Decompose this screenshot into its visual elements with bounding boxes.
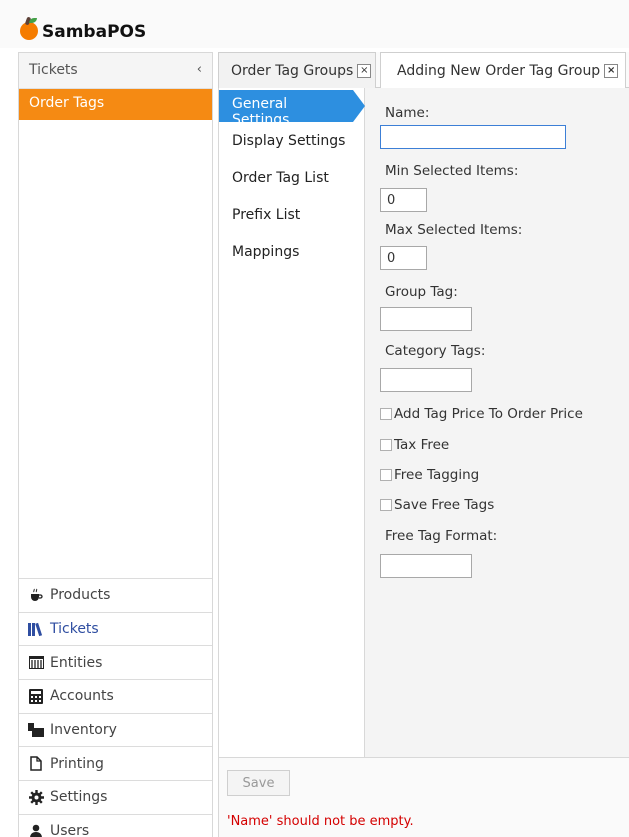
- close-icon[interactable]: ×: [604, 64, 619, 78]
- max-selected-items-input[interactable]: [380, 246, 427, 270]
- document-icon: [28, 756, 44, 772]
- group-tag-label: Group Tag:: [385, 284, 458, 300]
- settings-navigation: General Settings Display Settings Order …: [219, 88, 365, 757]
- category-tags-input[interactable]: [380, 368, 472, 392]
- checkbox-box[interactable]: [380, 408, 392, 420]
- checkbox-box[interactable]: [380, 469, 392, 481]
- collapse-chevron-icon[interactable]: ‹: [197, 62, 202, 77]
- module-label: Users: [50, 823, 90, 837]
- min-selected-items-label: Min Selected Items:: [385, 163, 519, 179]
- tab-label: Adding New Order Tag Group: [397, 63, 601, 79]
- module-label: Accounts: [50, 688, 114, 705]
- action-bar: Save 'Name' should not be empty.: [219, 757, 629, 837]
- tab-label: Order Tag Groups: [231, 62, 354, 79]
- module-entities[interactable]: Entities: [19, 645, 212, 680]
- checkbox-label: Free Tagging: [394, 467, 480, 483]
- calculator-icon: [28, 688, 44, 704]
- title-bar: SambaPOS: [0, 0, 629, 48]
- validation-error-message: 'Name' should not be empty.: [227, 814, 414, 829]
- coffee-icon: [28, 587, 44, 603]
- module-list: Products Tickets Entities Accounts Inven…: [19, 578, 212, 837]
- close-icon[interactable]: ×: [357, 63, 372, 78]
- sidebar-item-order-tags[interactable]: Order Tags: [19, 89, 212, 120]
- editor-content: General Settings Display Settings Order …: [218, 88, 629, 837]
- module-printing[interactable]: Printing: [19, 746, 212, 781]
- module-label: Printing: [50, 755, 104, 772]
- category-tags-label: Category Tags:: [385, 343, 486, 359]
- inventory-icon: [28, 722, 44, 738]
- sidebar-header: Tickets ‹: [19, 53, 212, 89]
- general-settings-form: Name: Min Selected Items: Max Selected I…: [365, 88, 629, 757]
- table-icon: [28, 655, 44, 671]
- max-selected-items-label: Max Selected Items:: [385, 222, 523, 238]
- document-tab-strip: Order Tag Groups × Adding New Order Tag …: [218, 52, 629, 89]
- free-tag-format-input[interactable]: [380, 554, 472, 578]
- module-settings[interactable]: Settings: [19, 780, 212, 814]
- module-label: Entities: [50, 654, 103, 671]
- checkbox-label: Save Free Tags: [394, 497, 495, 513]
- settings-nav-mappings[interactable]: Mappings: [219, 238, 365, 270]
- module-label: Products: [50, 587, 111, 604]
- min-selected-items-input[interactable]: [380, 188, 427, 212]
- module-products[interactable]: Products: [19, 578, 212, 612]
- tab-order-tag-groups[interactable]: Order Tag Groups ×: [218, 52, 376, 88]
- free-tag-format-label: Free Tag Format:: [385, 528, 498, 544]
- settings-nav-order-tag-list[interactable]: Order Tag List: [219, 164, 365, 196]
- books-icon: [28, 621, 44, 637]
- user-icon: [28, 823, 44, 837]
- gear-icon: [28, 789, 44, 805]
- name-label: Name:: [385, 105, 430, 121]
- module-label: Settings: [50, 789, 108, 806]
- save-button[interactable]: Save: [227, 770, 290, 796]
- group-tag-input[interactable]: [380, 307, 472, 331]
- module-label: Tickets: [50, 621, 99, 638]
- name-input[interactable]: [380, 125, 566, 149]
- settings-nav-general-settings[interactable]: General Settings: [219, 90, 365, 128]
- checkbox-label: Add Tag Price To Order Price: [394, 406, 583, 422]
- module-accounts[interactable]: Accounts: [19, 679, 212, 713]
- checkbox-box[interactable]: [380, 499, 392, 511]
- add-tag-price-checkbox[interactable]: Add Tag Price To Order Price: [380, 406, 583, 422]
- sidebar-header-label: Tickets: [29, 62, 78, 78]
- checkbox-box[interactable]: [380, 439, 392, 451]
- sambapos-logo-icon: [20, 18, 38, 40]
- app-title: SambaPOS: [42, 22, 147, 42]
- module-inventory[interactable]: Inventory: [19, 712, 212, 747]
- free-tagging-checkbox[interactable]: Free Tagging: [380, 467, 479, 483]
- tab-adding-new-order-tag-group[interactable]: Adding New Order Tag Group ×: [380, 52, 626, 89]
- save-free-tags-checkbox[interactable]: Save Free Tags: [380, 497, 494, 513]
- tax-free-checkbox[interactable]: Tax Free: [380, 437, 449, 453]
- left-navigation-panel: Tickets ‹ Order Tags Products Tickets En…: [18, 52, 213, 837]
- settings-nav-prefix-list[interactable]: Prefix List: [219, 201, 365, 233]
- settings-nav-display-settings[interactable]: Display Settings: [219, 127, 365, 159]
- module-tickets[interactable]: Tickets: [19, 611, 212, 646]
- module-label: Inventory: [50, 722, 117, 739]
- checkbox-label: Tax Free: [394, 437, 450, 453]
- module-users[interactable]: Users: [19, 813, 212, 837]
